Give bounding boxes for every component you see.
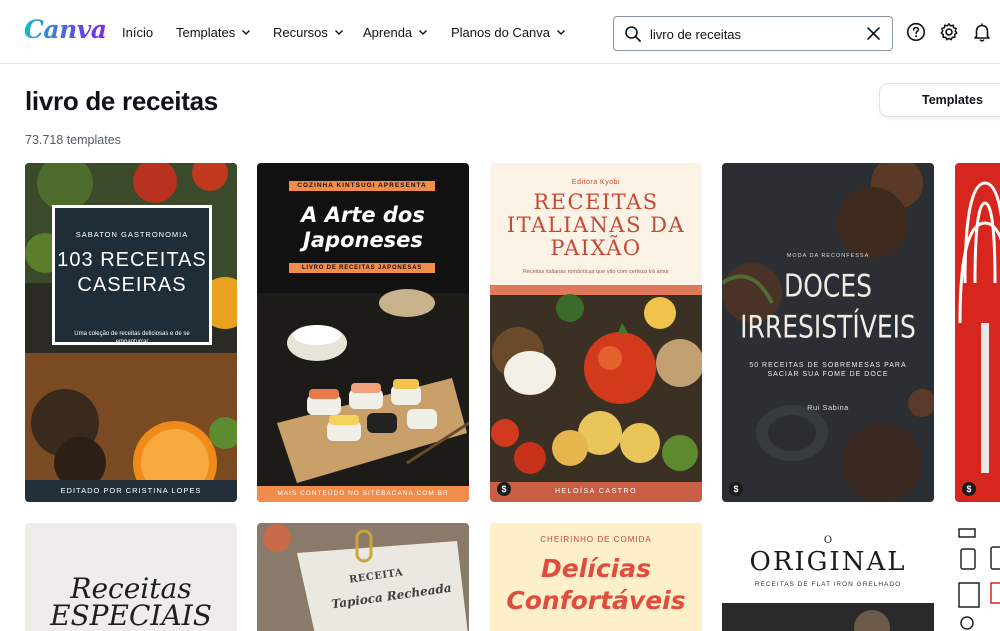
canva-logo[interactable]: Canva	[24, 15, 107, 44]
page-title: livro de receitas	[25, 86, 218, 116]
premium-badge-icon: $	[962, 482, 976, 496]
chevron-down-icon	[334, 30, 343, 35]
template-card[interactable]: Editora Kyobi RECEITAS ITALIANAS DA PAIX…	[490, 163, 702, 502]
nav-inicio-label: Início	[122, 24, 154, 40]
cover-kicker: MODA DA RECONFESSA	[786, 253, 870, 259]
cover-subtitle: Receitas italianas românticas que vão co…	[522, 269, 670, 275]
top-navigation-bar: Canva Início Templates Recursos Aprenda …	[0, 0, 1000, 64]
cover-subtitle: RECEITAS DE FLAT IRON GRELHADO	[754, 581, 902, 588]
chevron-down-icon	[419, 30, 428, 35]
cover-publisher: Editora Kyobi	[571, 179, 621, 186]
cover-author: Rui Sabina	[807, 403, 849, 412]
template-card[interactable]: COZINHA KINTSUGI APRESENTA A Arte dos Ja…	[257, 163, 469, 502]
cover-footer: MAIS CONTEÚDO NO SITEBACANA.COM.BR	[257, 486, 469, 502]
template-card[interactable]: SABATON GASTRONOMIA 103 RECEITAS CASEIRA…	[25, 163, 237, 502]
nav-planos-label: Planos do Canva	[451, 24, 551, 40]
nav-templates-label: Templates	[176, 24, 236, 40]
template-card[interactable]: CHEIRINHO DE COMIDA Delícias Confortávei…	[490, 523, 702, 631]
cover-title: Receitas ESPECIAIS	[50, 572, 212, 631]
cover-title: ORIGINAL	[749, 547, 907, 577]
cover-prefix: O	[823, 535, 833, 546]
help-icon[interactable]	[906, 22, 926, 42]
cover-kicker: CHEIRINHO DE COMIDA	[540, 535, 652, 544]
template-card[interactable]: $	[955, 163, 1000, 502]
search-box	[613, 16, 893, 51]
nav-planos[interactable]: Planos do Canva	[451, 0, 566, 64]
cover-title: A Arte dos Japoneses	[301, 203, 425, 252]
nav-aprenda[interactable]: Aprenda	[363, 0, 428, 64]
gear-icon[interactable]	[939, 22, 959, 42]
cover-subtitle: 50 RECEITAS DE SOBREMESAS PARA SACIAR SU…	[749, 362, 907, 378]
search-input[interactable]	[650, 23, 860, 45]
search-icon[interactable]	[624, 25, 642, 43]
template-card[interactable]: O ORIGINAL RECEITAS DE FLAT IRON GRELHAD…	[722, 523, 934, 631]
templates-filter-label: Templates	[922, 93, 983, 107]
cover-title: DOCES IRRESISTÍVEIS	[740, 267, 916, 346]
chevron-down-icon	[242, 30, 251, 35]
premium-badge-icon: $	[497, 482, 511, 496]
cover-title: Delícias Confortáveis	[506, 554, 686, 615]
template-card[interactable]: RECEITA Tapioca Recheada	[257, 523, 469, 631]
kitchen-icons-pattern	[955, 523, 1000, 631]
cover-footer: EDITADO POR CRISTINA LOPES	[25, 480, 237, 502]
cover-title-box: SABATON GASTRONOMIA 103 RECEITAS CASEIRA…	[52, 205, 212, 345]
results-count: 73.718 templates	[25, 133, 121, 147]
cover-strip: LIVRO DE RECEITAS JAPONESAS	[289, 263, 435, 273]
premium-badge-icon: $	[729, 482, 743, 496]
nav-recursos[interactable]: Recursos	[273, 0, 344, 64]
nav-templates[interactable]: Templates	[176, 0, 251, 64]
cover-kicker: COZINHA KINTSUGI APRESENTA	[289, 181, 435, 191]
bell-icon[interactable]	[972, 22, 992, 42]
cover-title: 103 RECEITAS CASEIRAS	[57, 249, 207, 296]
cover-footer: HELOÍSA CASTRO	[490, 482, 702, 502]
templates-filter-tab[interactable]: Templates	[880, 84, 1000, 116]
whisk-illustration-background	[955, 163, 1000, 502]
template-card[interactable]	[955, 523, 1000, 631]
template-card[interactable]: MODA DA RECONFESSA DOCES IRRESISTÍVEIS 5…	[722, 163, 934, 502]
nav-inicio[interactable]: Início	[122, 0, 153, 64]
cover-subtitle: Uma coleção de receitas deliciosas e de …	[74, 331, 190, 345]
cover-title: RECEITAS ITALIANAS DA PAIXÃO	[506, 190, 686, 260]
close-icon[interactable]	[866, 26, 881, 41]
nav-recursos-label: Recursos	[273, 24, 328, 40]
chevron-down-icon	[557, 30, 566, 35]
cover-brand: SABATON GASTRONOMIA	[75, 230, 189, 239]
nav-aprenda-label: Aprenda	[363, 24, 413, 40]
template-card[interactable]: Receitas ESPECIAIS	[25, 523, 237, 631]
